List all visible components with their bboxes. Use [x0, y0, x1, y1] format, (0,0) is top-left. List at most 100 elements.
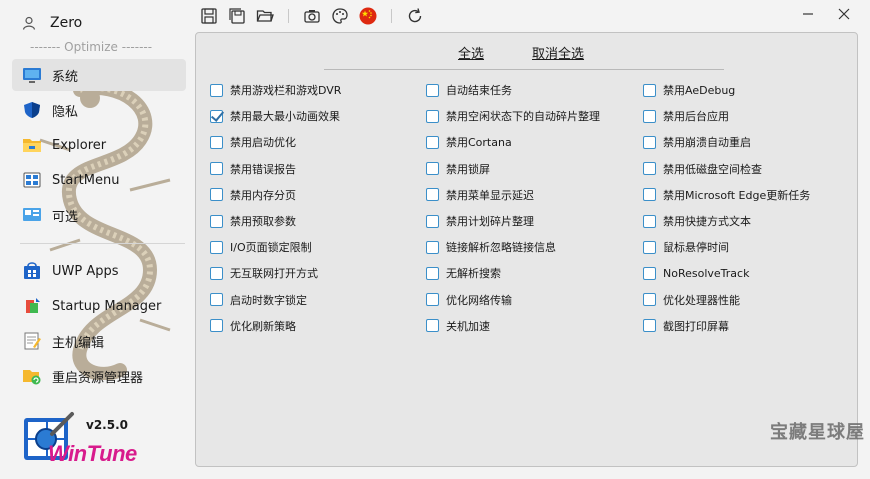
sidebar-item-startmenu[interactable]: StartMenu — [12, 164, 186, 196]
optimize-section-label: ------- Optimize ------- — [30, 40, 153, 54]
sidebar-item-hosts-edit[interactable]: 主机编辑 — [12, 325, 186, 357]
checkbox[interactable] — [643, 214, 656, 228]
option-checkbox-row[interactable]: 禁用AeDebug — [643, 81, 735, 99]
checkbox[interactable] — [210, 266, 223, 280]
option-checkbox-row[interactable]: 关机加速 — [426, 317, 490, 335]
save-icon[interactable] — [200, 7, 218, 25]
option-checkbox-row[interactable]: 禁用锁屏 — [426, 160, 490, 178]
option-checkbox-row[interactable]: 禁用计划碎片整理 — [426, 212, 534, 230]
checkbox[interactable] — [210, 109, 223, 123]
option-label: 禁用最大最小动画效果 — [230, 110, 340, 124]
checkbox[interactable] — [643, 319, 656, 333]
sidebar-item-label: 重启资源管理器 — [52, 370, 144, 386]
china-flag-icon[interactable] — [359, 7, 377, 25]
wintune-logo-text: WinTune — [48, 441, 137, 466]
option-label: 自动结束任务 — [446, 84, 512, 97]
option-checkbox-row[interactable]: 禁用启动优化 — [210, 133, 296, 151]
close-icon[interactable] — [836, 6, 852, 22]
checkbox[interactable] — [643, 135, 656, 149]
option-checkbox-row[interactable]: 优化网络传输 — [426, 291, 512, 309]
save-all-icon[interactable] — [228, 7, 246, 25]
checkbox[interactable] — [210, 214, 223, 228]
checkbox[interactable] — [426, 188, 439, 202]
option-checkbox-row[interactable]: 禁用内存分页 — [210, 186, 296, 204]
checkbox[interactable] — [643, 109, 656, 123]
option-label: 禁用后台应用 — [663, 110, 729, 124]
sidebar-item-system[interactable]: 系统 — [12, 59, 186, 91]
option-label: 禁用空闲状态下的自动碎片整理 — [446, 110, 600, 124]
hosts-edit-icon — [24, 332, 41, 350]
option-checkbox-row[interactable]: 无互联网打开方式 — [210, 264, 318, 282]
checkbox[interactable] — [426, 214, 439, 228]
option-checkbox-row[interactable]: 禁用菜单显示延迟 — [426, 186, 534, 204]
sidebar-item-uwp-apps[interactable]: UWP Apps — [12, 255, 186, 287]
watermark-text: 宝藏星球屋 — [770, 422, 865, 443]
checkbox[interactable] — [643, 83, 656, 97]
checkbox[interactable] — [426, 293, 439, 307]
option-checkbox-row[interactable]: 禁用崩溃自动重启 — [643, 133, 751, 151]
user-icon — [22, 16, 36, 30]
option-checkbox-row[interactable]: 自动结束任务 — [426, 81, 512, 99]
option-checkbox-row[interactable]: 禁用低磁盘空间检查 — [643, 160, 762, 178]
checkbox[interactable] — [426, 109, 439, 123]
sidebar-item-privacy[interactable]: 隐私 — [12, 94, 186, 126]
minimize-icon[interactable] — [800, 6, 816, 22]
sidebar-item-label: Startup Manager — [52, 298, 162, 314]
option-checkbox-row[interactable]: 鼠标悬停时间 — [643, 238, 729, 256]
palette-icon[interactable] — [331, 7, 349, 25]
option-label: 禁用AeDebug — [663, 84, 736, 97]
deselect-all-link[interactable]: 取消全选 — [532, 43, 584, 62]
sidebar-item-explorer[interactable]: Explorer — [12, 129, 186, 161]
option-checkbox-row[interactable]: 优化刷新策略 — [210, 317, 296, 335]
option-checkbox-row[interactable]: 禁用后台应用 — [643, 107, 729, 125]
checkbox[interactable] — [426, 83, 439, 97]
option-checkbox-row[interactable]: 禁用游戏栏和游戏DVR — [210, 81, 341, 99]
option-label: 禁用Microsoft Edge更新任务 — [663, 188, 811, 202]
checkbox[interactable] — [426, 319, 439, 333]
option-checkbox-row[interactable]: 禁用Cortana — [426, 133, 512, 151]
checkbox[interactable] — [210, 83, 223, 97]
checkbox[interactable] — [210, 188, 223, 202]
checkbox[interactable] — [210, 293, 223, 307]
checkbox[interactable] — [426, 266, 439, 280]
checkbox[interactable] — [643, 188, 656, 202]
option-checkbox-row[interactable]: 启动时数字锁定 — [210, 291, 307, 309]
restart-explorer-icon — [23, 370, 41, 385]
option-checkbox-row[interactable]: 无解析搜索 — [426, 264, 501, 282]
select-all-link[interactable]: 全选 — [458, 43, 484, 62]
option-checkbox-row[interactable]: 禁用空闲状态下的自动碎片整理 — [426, 107, 600, 125]
checkbox[interactable] — [426, 162, 439, 176]
option-checkbox-row[interactable]: 禁用预取参数 — [210, 212, 296, 230]
option-label: 禁用快捷方式文本 — [663, 215, 751, 228]
checkbox[interactable] — [643, 293, 656, 307]
option-checkbox-row[interactable]: 截图打印屏幕 — [643, 317, 729, 335]
sidebar-item-restart-explorer[interactable]: 重启资源管理器 — [12, 360, 186, 392]
option-checkbox-row[interactable]: 禁用错误报告 — [210, 160, 296, 178]
checkbox[interactable] — [643, 266, 656, 280]
option-checkbox-row[interactable]: 优化处理器性能 — [643, 291, 740, 309]
camera-icon[interactable] — [303, 7, 321, 25]
option-checkbox-row[interactable]: 禁用最大最小动画效果 — [210, 107, 340, 125]
sidebar-item-optional[interactable]: 可选 — [12, 199, 186, 231]
checkbox[interactable] — [210, 135, 223, 149]
option-checkbox-row[interactable]: NoResolveTrack — [643, 264, 749, 282]
checkbox[interactable] — [210, 319, 223, 333]
option-checkbox-row[interactable]: 禁用Microsoft Edge更新任务 — [643, 186, 810, 204]
sidebar: Zero ------- Optimize ------- 系统 隐私 Expl… — [0, 0, 195, 479]
option-label: 优化处理器性能 — [663, 293, 740, 307]
checkbox[interactable] — [426, 135, 439, 149]
checkbox[interactable] — [426, 240, 439, 254]
checkbox[interactable] — [643, 162, 656, 176]
option-checkbox-row[interactable]: 链接解析忽略链接信息 — [426, 238, 556, 256]
monitor-icon — [23, 68, 41, 83]
checkbox[interactable] — [643, 240, 656, 254]
checkbox[interactable] — [210, 162, 223, 176]
sidebar-item-startup-manager[interactable]: Startup Manager — [12, 290, 186, 322]
option-checkbox-row[interactable]: I/O页面锁定限制 — [210, 238, 312, 256]
user-profile[interactable]: Zero — [22, 12, 82, 34]
refresh-icon[interactable] — [406, 7, 424, 25]
open-folder-icon[interactable] — [256, 7, 274, 25]
option-label: 鼠标悬停时间 — [663, 241, 729, 255]
option-checkbox-row[interactable]: 禁用快捷方式文本 — [643, 212, 751, 230]
checkbox[interactable] — [210, 240, 223, 254]
